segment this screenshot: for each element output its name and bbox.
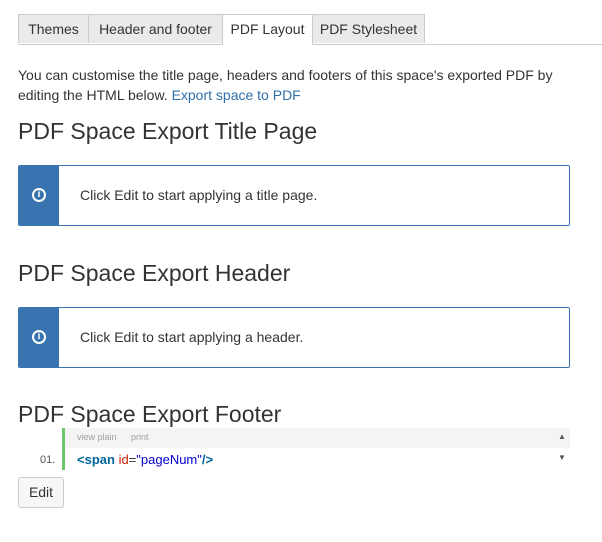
edit-button[interactable]: Edit (18, 477, 64, 508)
tab-themes[interactable]: Themes (18, 14, 89, 43)
export-space-link[interactable]: Export space to PDF (172, 87, 301, 103)
title-page-info-box: i Click Edit to start applying a title p… (18, 165, 570, 226)
tab-header-and-footer[interactable]: Header and footer (88, 14, 223, 43)
title-page-message: Click Edit to start applying a title pag… (80, 187, 318, 203)
code-attribute: id (118, 452, 129, 467)
code-toolbar: view plain print (65, 428, 570, 448)
info-bar: i (19, 166, 59, 225)
footer-code-viewer: view plain print ▲ ▼ 01. <span id="pageN… (18, 428, 570, 470)
triangle-down-icon[interactable]: ▼ (557, 454, 567, 462)
footer-heading: PDF Space Export Footer (18, 401, 282, 427)
tab-pdf-stylesheet[interactable]: PDF Stylesheet (312, 14, 425, 43)
page: Themes Header and footer PDF Layout PDF … (0, 0, 602, 542)
info-icon: i (32, 330, 46, 344)
code-tag-name: span (84, 452, 115, 467)
view-plain-link[interactable]: view plain (77, 432, 117, 442)
tab-bar: Themes Header and footer PDF Layout PDF … (18, 14, 602, 45)
header-heading: PDF Space Export Header (18, 260, 291, 286)
header-message: Click Edit to start applying a header. (80, 329, 304, 345)
print-link[interactable]: print (131, 432, 149, 442)
intro-text: You can customise the title page, header… (18, 65, 578, 105)
code-open-bracket: < (77, 452, 85, 467)
code-close: /> (201, 452, 214, 467)
triangle-up-icon[interactable]: ▲ (557, 433, 567, 441)
code-line: <span id="pageNum"/> (77, 452, 213, 467)
line-number: 01. (40, 454, 56, 466)
code-value: "pageNum" (136, 452, 202, 467)
title-page-heading: PDF Space Export Title Page (18, 118, 318, 144)
info-bar: i (19, 308, 59, 367)
tab-pdf-layout[interactable]: PDF Layout (222, 14, 313, 45)
info-icon: i (32, 188, 46, 202)
header-info-box: i Click Edit to start applying a header. (18, 307, 570, 368)
